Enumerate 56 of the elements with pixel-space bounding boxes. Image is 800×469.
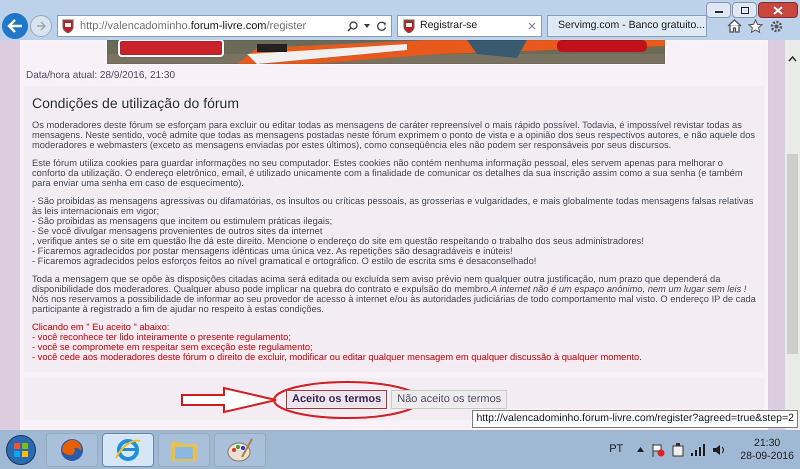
close-icon[interactable] <box>528 22 536 30</box>
dropdown-icon[interactable] <box>364 24 370 28</box>
paragraph: - São proibidas as mensagens agressivas ou difamatórias, os insultos ou críticas pessoais, as grosserias e vulgaridades, e mais globalmente todas mensagens falsas relativas às leis internacionais em vigor; <box>32 196 754 216</box>
decline-button[interactable]: Não aceito os termos <box>391 390 508 408</box>
paragraph: Toda a mensagem que se opõe às disposições citadas acima será editada ou excluída sem aviso prévio nem qualquer outra justificação, num prazo que dependerá da disponibilidade dos moderadores. Qualquer abuso pode implicar na quebra do contrato e expulsão do membro.A internet não é um espaço anônimo, nem um lugar sem leis ! Nós nos reservamos a possibilidade de informar ao seu provedor de acesso à internet e/ou às autoridades judiciárias de todo comportamento mal visto. O endereço IP de cada participante à registrado a fim de ajudar no respeito à estas condições. <box>32 274 756 314</box>
browser-tab[interactable]: Registrar-se <box>397 15 542 37</box>
browser-tab[interactable]: Servimg.com - Banco gratuito... <box>547 15 707 37</box>
shield-icon <box>403 19 415 33</box>
paragraph: Os moderadores deste fórum se esforçam para excluir ou editar todas as mensagens de caráter repreensível o mais rápido possível. Todavia, é impossível revistar todas as mensagens. Neste sentido, você admite que todas as mensagens postadas neste fórum exprimem o ponto de vista e a opinião dos seus respectivos autores, e não aquele dos moderadores e webmasters (exceto as mensagens enviadas por estes últimos), como conseqüência eles não podem ser responsáveis por seus discursos. <box>32 120 756 150</box>
power-icon[interactable] <box>672 442 684 456</box>
taskbar-app[interactable] <box>102 432 154 466</box>
show-hidden-icon[interactable] <box>637 447 644 452</box>
tab-title: Registrar-se <box>420 18 478 34</box>
paragraph: - Se você divulgar mensagens provenientes de outros sites da internet <box>32 226 324 236</box>
warning-text: - você se compromete em respeitar sem exceção este regulamento; <box>32 342 314 352</box>
settings-icon[interactable] <box>769 18 784 34</box>
warning-text: - você cede aos moderadores deste fórum o direito de excluir, modificar ou editar qualquer mensagem em qualquer discussão à qualquer momento. <box>32 352 643 362</box>
paragraph: , verifique antes se o site em questão lhe dá este direito. Mencione o endereço do site em questão respeitando o trabalho dos seus administradores! <box>32 236 645 246</box>
paragraph: - Ficaremos agradecidos pelos esforços feitos ao nível gramatical e ortográfico. O estilo de escrita sms é desaconselhado! <box>32 256 538 266</box>
flag-icon[interactable] <box>651 442 666 456</box>
close-button[interactable] <box>758 2 798 18</box>
warning-text: - você reconhece ter lido inteiramente o presente regulamento; <box>32 332 292 342</box>
tab-title: Servimg.com - Banco gratuito... <box>558 18 706 34</box>
forward-arrow-icon <box>36 21 46 31</box>
url-text: http://valencadominho.forum-livre.com/register <box>80 18 308 34</box>
refresh-icon[interactable] <box>376 20 387 32</box>
language-indicator[interactable]: PT <box>609 441 624 458</box>
current-datetime: Data/hora atual: 28/9/2016, 21:30 <box>26 68 176 82</box>
firefox-icon <box>59 436 85 462</box>
paragraph: - São proibidas as mensagens que incitem ou estimulem práticas ilegais; <box>32 216 334 226</box>
star-icon[interactable] <box>748 19 763 33</box>
speaker-icon[interactable] <box>712 444 726 456</box>
scroll-up-icon[interactable] <box>788 56 797 62</box>
paragraph: - Ficaremos agradecidos por postar mensagens idênticas uma única vez. As repetições são desagradáveis e inúteis! <box>32 246 514 256</box>
taskbar-app[interactable] <box>46 432 98 466</box>
windows-logo-icon <box>13 442 29 458</box>
address-field[interactable]: http://valencadominho.forum-livre.com/register <box>57 15 392 37</box>
close-icon <box>773 6 783 14</box>
clock-time[interactable]: 21:30 <box>754 436 780 450</box>
start-button[interactable] <box>6 434 36 464</box>
paragraph: Este fórum utiliza cookies para guardar informações no seu computador. Estes cookies não contém nenhuma informação pessoal, eles servem apenas para melhorar o conforto da utilização. O endereço eletrônico, email, é utilizado unicamente com a finalidade de comunicar os detalhes da sua inscrição assim como a sua senha (e também para enviar uma senha em caso de esquecimento). <box>32 158 744 188</box>
restore-button[interactable] <box>732 2 757 18</box>
back-arrow-icon <box>7 19 23 33</box>
warning-text: Clicando em " Eu aceito " abaixo: <box>32 322 170 332</box>
section-title: Condições de utilização do fórum <box>32 94 240 113</box>
clock-date[interactable]: 28-09-2016 <box>740 450 794 462</box>
search-icon[interactable] <box>347 20 358 32</box>
taskbar-app[interactable] <box>214 432 266 466</box>
signal-icon[interactable] <box>691 444 706 456</box>
paint-palette-icon <box>226 436 254 462</box>
accept-button[interactable]: Aceito os termos <box>286 390 388 408</box>
shield-icon <box>62 19 74 33</box>
back-button[interactable] <box>2 13 28 39</box>
home-icon[interactable] <box>727 19 742 33</box>
minimize-button[interactable] <box>706 2 731 18</box>
status-url-tooltip: http://valencadominho.forum-livre.com/register?agreed=true&step=2 <box>472 410 798 428</box>
